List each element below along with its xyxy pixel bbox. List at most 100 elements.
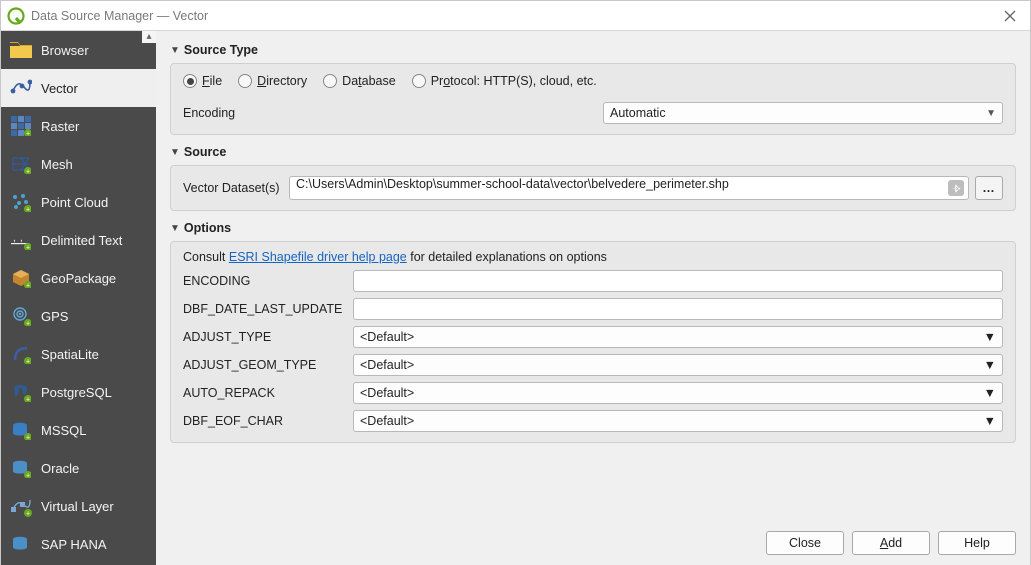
sidebar-item-oracle[interactable]: + Oracle: [1, 449, 156, 487]
browse-button[interactable]: …: [975, 176, 1003, 200]
spatialite-icon: +: [9, 342, 33, 366]
source-panel: Vector Dataset(s) C:\Users\Admin\Desktop…: [170, 165, 1016, 211]
svg-text:+: +: [26, 359, 30, 365]
window-title: Data Source Manager — Vector: [31, 9, 208, 23]
svg-text:+: +: [26, 321, 30, 327]
opt-label-dbf-date: DBF_DATE_LAST_UPDATE: [183, 302, 343, 316]
sidebar: ▴ Browser Vector + Raster: [1, 31, 156, 565]
sidebar-item-raster[interactable]: + Raster: [1, 107, 156, 145]
vector-dataset-input[interactable]: C:\Users\Admin\Desktop\summer-school-dat…: [289, 176, 969, 200]
radio-file[interactable]: File: [183, 74, 222, 88]
sidebar-item-label: Browser: [41, 43, 89, 58]
opt-select-auto-repack[interactable]: <Default>▼: [353, 382, 1003, 404]
sap-hana-icon: [9, 532, 33, 556]
svg-text:+: +: [26, 131, 30, 137]
add-button[interactable]: Add: [852, 531, 930, 555]
sidebar-item-vector[interactable]: Vector: [1, 69, 156, 107]
options-panel: Consult ESRI Shapefile driver help page …: [170, 241, 1016, 443]
sidebar-item-point-cloud[interactable]: + Point Cloud: [1, 183, 156, 221]
sidebar-item-virtual-layer[interactable]: + Virtual Layer: [1, 487, 156, 525]
sidebar-item-label: PostgreSQL: [41, 385, 112, 400]
encoding-value: Automatic: [610, 106, 666, 120]
source-type-section: ▼ Source Type File Directory Database: [170, 43, 1016, 135]
options-title: ▼ Options: [170, 221, 1016, 235]
sidebar-item-delimited-text[interactable]: ,,+ Delimited Text: [1, 221, 156, 259]
gps-icon: +: [9, 304, 33, 328]
sidebar-item-browser[interactable]: Browser: [1, 31, 156, 69]
chevron-down-icon[interactable]: ▼: [170, 147, 180, 158]
sidebar-item-label: MSSQL: [41, 423, 87, 438]
sidebar-item-label: SAP HANA: [41, 537, 107, 552]
radio-database[interactable]: Database: [323, 74, 396, 88]
opt-select-dbf-eof[interactable]: <Default>▼: [353, 410, 1003, 432]
svg-text:+: +: [26, 207, 30, 213]
vector-icon: [9, 76, 33, 100]
sidebar-item-label: Vector: [41, 81, 78, 96]
source-type-panel: File Directory Database Protocol: HTTP(S…: [170, 63, 1016, 135]
close-button[interactable]: Close: [766, 531, 844, 555]
main-layout: ▴ Browser Vector + Raster: [1, 31, 1030, 565]
sidebar-item-geopackage[interactable]: + GeoPackage: [1, 259, 156, 297]
opt-select-adjust-geom[interactable]: <Default>▼: [353, 354, 1003, 376]
window-close-icon[interactable]: [996, 2, 1024, 30]
chevron-down-icon: ▼: [984, 358, 996, 372]
consult-text: Consult ESRI Shapefile driver help page …: [183, 250, 1003, 264]
sidebar-item-label: Delimited Text: [41, 233, 122, 248]
radio-directory[interactable]: Directory: [238, 74, 307, 88]
encoding-select[interactable]: Automatic ▼: [603, 102, 1003, 124]
clear-icon[interactable]: [948, 180, 964, 196]
sidebar-item-label: Oracle: [41, 461, 79, 476]
sidebar-item-mesh[interactable]: + Mesh: [1, 145, 156, 183]
svg-text:+: +: [26, 245, 30, 251]
section-title-text: Source: [184, 145, 226, 159]
chevron-down-icon[interactable]: ▼: [170, 223, 180, 234]
opt-label-adjust-geom: ADJUST_GEOM_TYPE: [183, 358, 343, 372]
chevron-down-icon: ▼: [984, 330, 996, 344]
qgis-icon: [7, 7, 25, 25]
chevron-down-icon: ▼: [984, 386, 996, 400]
sidebar-item-postgresql[interactable]: + PostgreSQL: [1, 373, 156, 411]
encoding-row: Encoding Automatic ▼: [183, 102, 1003, 124]
radio-label: Database: [342, 74, 396, 88]
sidebar-item-label: GeoPackage: [41, 271, 116, 286]
chevron-down-icon: ▼: [984, 414, 996, 428]
svg-text:,: ,: [20, 233, 23, 244]
point-cloud-icon: +: [9, 190, 33, 214]
svg-text:+: +: [26, 283, 30, 289]
chevron-down-icon: ▼: [986, 108, 996, 119]
dialog-buttons: Close Add Help: [170, 523, 1016, 555]
chevron-down-icon[interactable]: ▼: [170, 45, 180, 56]
driver-help-link[interactable]: ESRI Shapefile driver help page: [229, 250, 407, 264]
sidebar-item-mssql[interactable]: + MSSQL: [1, 411, 156, 449]
radio-protocol[interactable]: Protocol: HTTP(S), cloud, etc.: [412, 74, 597, 88]
svg-text:+: +: [26, 511, 30, 518]
opt-input-encoding[interactable]: [353, 270, 1003, 292]
radio-icon: [412, 74, 426, 88]
mssql-icon: +: [9, 418, 33, 442]
source-section: ▼ Source Vector Dataset(s) C:\Users\Admi…: [170, 145, 1016, 211]
sidebar-item-sap-hana[interactable]: SAP HANA: [1, 525, 156, 563]
help-button[interactable]: Help: [938, 531, 1016, 555]
mesh-icon: +: [9, 152, 33, 176]
svg-text:+: +: [26, 169, 30, 175]
source-title: ▼ Source: [170, 145, 1016, 159]
svg-text:+: +: [26, 435, 30, 441]
sidebar-item-label: Virtual Layer: [41, 499, 114, 514]
radio-icon: [323, 74, 337, 88]
delimited-text-icon: ,,+: [9, 228, 33, 252]
title-bar: Data Source Manager — Vector: [1, 1, 1030, 31]
opt-input-dbf-date[interactable]: [353, 298, 1003, 320]
oracle-icon: +: [9, 456, 33, 480]
opt-label-dbf-eof: DBF_EOF_CHAR: [183, 414, 343, 428]
sidebar-item-label: Raster: [41, 119, 79, 134]
vector-dataset-row: Vector Dataset(s) C:\Users\Admin\Desktop…: [183, 176, 1003, 200]
options-section: ▼ Options Consult ESRI Shapefile driver …: [170, 221, 1016, 443]
radio-label: Directory: [257, 74, 307, 88]
content-area: ▼ Source Type File Directory Database: [156, 31, 1030, 565]
sidebar-item-label: Point Cloud: [41, 195, 108, 210]
sidebar-scroll-up[interactable]: ▴: [142, 31, 156, 43]
sidebar-item-gps[interactable]: + GPS: [1, 297, 156, 335]
opt-select-adjust-type[interactable]: <Default>▼: [353, 326, 1003, 348]
sidebar-item-spatialite[interactable]: + SpatiaLite: [1, 335, 156, 373]
source-type-radios: File Directory Database Protocol: HTTP(S…: [183, 74, 1003, 88]
